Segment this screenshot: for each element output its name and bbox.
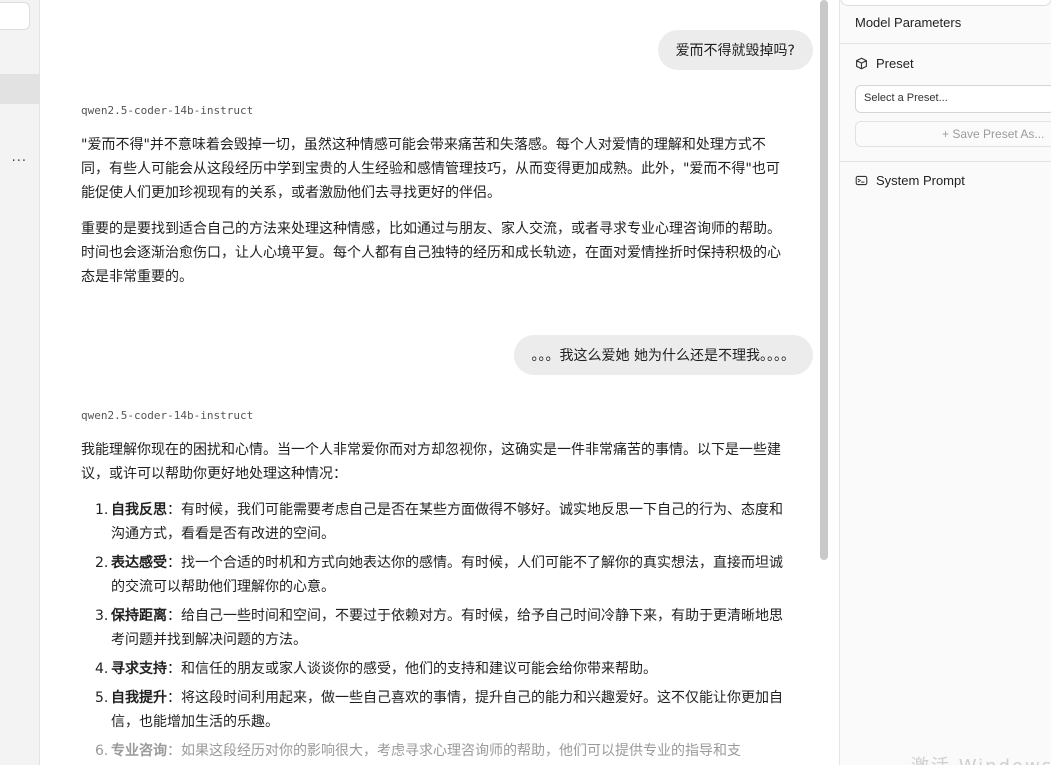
assistant-paragraph: "爱而不得"并不意味着会毁掉一切，虽然这种情感可能会带来痛苦和失落感。每个人对爱… — [81, 137, 780, 201]
sidebar-top-item[interactable] — [0, 2, 30, 30]
user-message: 。。。我这么爱她 她为什么还是不理我。。。。 — [513, 335, 813, 375]
preset-section-title: Preset — [855, 56, 914, 71]
assistant-paragraph: 重要的是要找到适合自己的方法来处理这种情感，比如通过与朋友、家人交流，或者寻求专… — [81, 221, 781, 285]
suggestion-list: 1. 自我反思：有时候，我们可能需要考虑自己是否在某些方面做得不够好。诚实地反思一… — [81, 498, 791, 765]
panel-title: Model Parameters — [855, 15, 962, 30]
save-preset-button[interactable]: + Save Preset As... — [855, 121, 1051, 147]
assistant-intro: 我能理解你现在的困扰和心情。当一个人非常爱你而对方却忽视你，这确实是一件非常痛苦… — [81, 442, 781, 482]
assistant-model-label: qwen2.5-coder-14b-instruct — [81, 409, 254, 422]
list-item: 1. 自我反思：有时候，我们可能需要考虑自己是否在某些方面做得不够好。诚实地反思一… — [95, 502, 783, 542]
list-item: 4. 寻求支持：和信任的朋友或家人谈谈你的感受，他们的支持和建议可能会给你带来帮助… — [95, 661, 657, 677]
app-window: ··· 爱而不得就毁掉吗? qwen2.5-coder-14b-instruct… — [0, 0, 1051, 765]
divider — [840, 43, 1051, 44]
panel-top-edge — [840, 0, 1051, 6]
list-item: 6. 专业咨询：如果这段经历对你的影响很大，考虑寻求心理咨询师的帮助，他们可以提供… — [95, 743, 741, 759]
list-item: 2. 表达感受：找一个合适的时机和方式向她表达你的感情。有时候，人们可能不了解你的… — [95, 555, 783, 595]
sidebar-active-conversation[interactable]: ··· — [0, 74, 39, 169]
list-item: 5. 自我提升：将这段时间利用起来，做一些自己喜欢的事情，提升自己的能力和兴趣爱好… — [95, 690, 783, 730]
assistant-model-label: qwen2.5-coder-14b-instruct — [81, 104, 254, 117]
user-message: 爱而不得就毁掉吗? — [657, 30, 813, 70]
list-item: 3. 保持距离：给自己一些时间和空间，不要过于依赖对方。有时候，给予自己时间冷静下… — [95, 608, 783, 648]
windows-activation-watermark: 激活 Windows — [911, 752, 1051, 765]
chat-scrollbar-thumb[interactable] — [820, 0, 828, 560]
more-options-icon[interactable]: ··· — [12, 154, 27, 169]
system-prompt-section-title[interactable]: System Prompt — [855, 173, 965, 188]
terminal-icon — [855, 175, 868, 186]
model-parameters-panel: Model Parameters Preset Select a Preset.… — [839, 0, 1051, 765]
user-message-bubble: 爱而不得就毁掉吗? — [657, 30, 813, 70]
divider — [840, 161, 1051, 162]
cube-icon — [856, 57, 867, 70]
chat-area: 爱而不得就毁掉吗? qwen2.5-coder-14b-instruct "爱而… — [40, 0, 820, 765]
user-message-bubble: 。。。我这么爱她 她为什么还是不理我。。。。 — [513, 335, 813, 375]
preset-select[interactable]: Select a Preset... — [855, 85, 1051, 113]
left-sidebar: ··· — [0, 0, 40, 765]
